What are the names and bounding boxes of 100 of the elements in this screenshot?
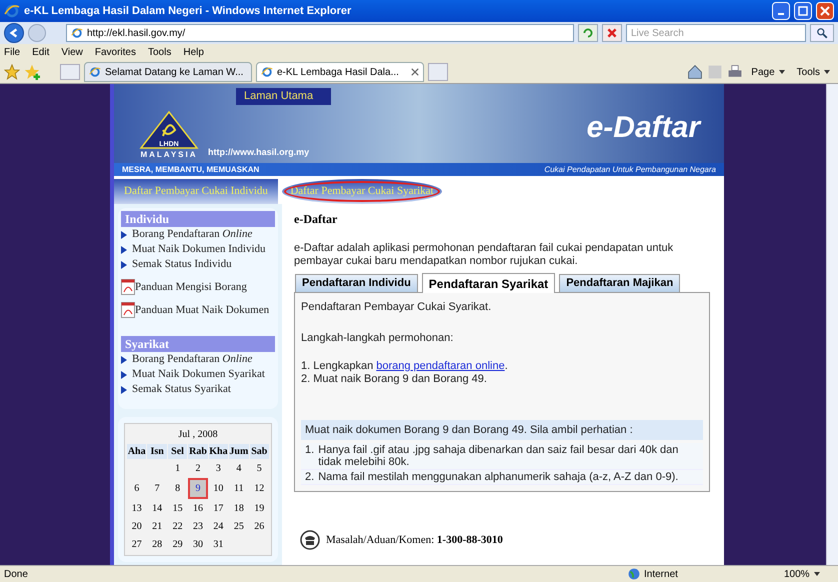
- calendar-day[interactable]: 22: [168, 518, 188, 535]
- command-button[interactable]: Tools: [792, 64, 834, 80]
- star-icon[interactable]: [4, 64, 20, 80]
- search-field[interactable]: Live Search: [626, 24, 806, 42]
- ie-icon: [89, 66, 101, 78]
- motto: MESRA, MEMBANTU, MEMUASKAN: [122, 164, 260, 176]
- calendar-day[interactable]: 19: [250, 500, 269, 517]
- calendar-day[interactable]: 29: [168, 536, 188, 553]
- menu-item[interactable]: Tools: [148, 45, 172, 60]
- pdf-icon: [121, 279, 135, 295]
- product-title: e-Daftar: [586, 110, 700, 146]
- weekday-label: Jum: [229, 444, 249, 459]
- window-title: e-KL Lembaga Hasil Dalam Negeri - Windows Internet Explorer: [24, 4, 352, 19]
- scrollbar[interactable]: [826, 84, 838, 565]
- calendar-day[interactable]: 9: [188, 478, 208, 499]
- close-button[interactable]: [816, 2, 834, 20]
- caret-icon: [814, 572, 820, 576]
- search-button[interactable]: [810, 24, 834, 42]
- logo-text: MALAYSIA: [140, 151, 198, 159]
- minimize-icon: [778, 12, 784, 15]
- calendar-day[interactable]: 3: [208, 460, 228, 477]
- back-button[interactable]: [4, 23, 24, 43]
- pdf-icon: [121, 302, 135, 318]
- intro-text: e-Daftar adalah aplikasi permohonan pendaftaran fail cukai pendapatan untuk pembayar cukai baru mendapatkan nombor rujukan cukai.: [294, 242, 674, 268]
- refresh-button[interactable]: [578, 24, 598, 42]
- calendar-day[interactable]: 26: [250, 518, 269, 535]
- browser-tab[interactable]: e-KL Lembaga Hasil Dala...: [256, 62, 424, 82]
- content-tab[interactable]: Pendaftaran Majikan: [559, 274, 680, 292]
- address-field[interactable]: http://ekl.hasil.gov.my/: [66, 24, 574, 42]
- caret-icon: [778, 70, 785, 74]
- calendar-day[interactable]: 17: [208, 500, 228, 517]
- site-url: http://www.hasil.org.my: [208, 146, 310, 159]
- calendar-day[interactable]: 28: [147, 536, 167, 553]
- calendar-day[interactable]: 27: [127, 536, 146, 553]
- sidebar-link[interactable]: Semak Status Individu: [121, 257, 275, 272]
- calendar-day[interactable]: 24: [208, 518, 228, 535]
- calendar-day[interactable]: 20: [127, 518, 146, 535]
- status-text: Done: [4, 568, 29, 582]
- page-heading: e-Daftar: [294, 211, 338, 228]
- browser-tab[interactable]: Selamat Datang ke Laman W...: [84, 62, 252, 82]
- form-link[interactable]: borang pendaftaran online: [376, 360, 505, 372]
- zone-text: Internet: [644, 568, 679, 582]
- contact-text: Masalah/Aduan/Komen: 1-300-88-3010: [326, 532, 503, 548]
- calendar-day[interactable]: 5: [250, 460, 269, 477]
- calendar-day[interactable]: 25: [229, 518, 249, 535]
- home-icon[interactable]: [687, 64, 704, 80]
- weekday-label: Sel: [168, 444, 188, 459]
- calendar-day[interactable]: 11: [229, 478, 249, 499]
- sidebar-link[interactable]: Borang Pendaftaran Online: [121, 352, 275, 367]
- home-link[interactable]: Laman Utama: [236, 88, 331, 104]
- minimize-button[interactable]: [772, 2, 790, 20]
- command-button[interactable]: Page: [747, 64, 789, 80]
- calendar-day[interactable]: 8: [168, 478, 188, 499]
- menu-item[interactable]: File: [4, 45, 20, 60]
- calendar-day[interactable]: 13: [127, 500, 146, 517]
- calendar-day[interactable]: 15: [168, 500, 188, 517]
- calendar-day[interactable]: 4: [229, 460, 249, 477]
- printer-icon[interactable]: [727, 64, 744, 80]
- maximize-button[interactable]: [794, 2, 812, 20]
- sidebar-link[interactable]: Panduan Mengisi Borang: [121, 272, 275, 295]
- calendar-day[interactable]: 2: [188, 460, 208, 477]
- close-icon: [820, 6, 830, 16]
- calendar-day[interactable]: 16: [188, 500, 208, 517]
- weekday-label: Sab: [250, 444, 269, 459]
- sidebar-link[interactable]: Muat Naik Dokumen Individu: [121, 242, 275, 257]
- sidebar-link[interactable]: Semak Status Syarikat: [121, 382, 275, 397]
- sidebar-link[interactable]: Muat Naik Dokumen Syarikat: [121, 367, 275, 382]
- calendar-day[interactable]: 1: [168, 460, 188, 477]
- calendar-day[interactable]: 31: [208, 536, 228, 553]
- zoom-level[interactable]: 100%: [784, 566, 834, 582]
- calendar-day[interactable]: 10: [208, 478, 228, 499]
- menu-item[interactable]: Help: [183, 45, 204, 60]
- close-icon[interactable]: [411, 68, 419, 76]
- content-tab[interactable]: Pendaftaran Individu: [295, 274, 418, 292]
- sidebar-link[interactable]: Panduan Muat Naik Dokumen: [121, 295, 275, 318]
- maximize-icon: [798, 6, 808, 16]
- slogan: Cukai Pendapatan Untuk Pembangunan Negara: [544, 164, 716, 176]
- step-text: 1. Lengkapkan borang pendaftaran online.: [301, 360, 509, 373]
- calendar-day[interactable]: 21: [147, 518, 167, 535]
- calendar-day[interactable]: 23: [188, 518, 208, 535]
- stop-button[interactable]: [602, 24, 622, 42]
- sidebar-link[interactable]: Borang Pendaftaran Online: [121, 227, 275, 242]
- note-text: Hanya fail .gif atau .jpg sahaja dibenarkan dan saiz fail besar dari 40k dan tidak melebihi 80k.: [318, 444, 680, 468]
- calendar-day[interactable]: 7: [147, 478, 167, 499]
- calendar-day[interactable]: 6: [127, 478, 146, 499]
- weekday-label: Isn: [147, 444, 167, 459]
- calendar-day[interactable]: 14: [147, 500, 167, 517]
- content-tab[interactable]: Pendaftaran Syarikat: [422, 273, 556, 293]
- step-text: 2. Muat naik Borang 9 dan Borang 49.: [301, 373, 488, 386]
- calendar-day[interactable]: 18: [229, 500, 249, 517]
- calendar-day[interactable]: 30: [188, 536, 208, 553]
- note-number: 1.: [305, 444, 314, 458]
- menu-item[interactable]: View: [61, 45, 83, 60]
- menu-item[interactable]: Favorites: [94, 45, 136, 60]
- calendar-day[interactable]: 12: [250, 478, 269, 499]
- note-title: Muat naik dokumen Borang 9 dan Borang 49. Sila ambil perhatian :: [301, 420, 703, 440]
- add-favorite-icon[interactable]: [24, 64, 40, 80]
- calendar-title: Jul , 2008: [178, 428, 218, 442]
- refresh-icon: [582, 27, 594, 39]
- menu-item[interactable]: Edit: [32, 45, 50, 60]
